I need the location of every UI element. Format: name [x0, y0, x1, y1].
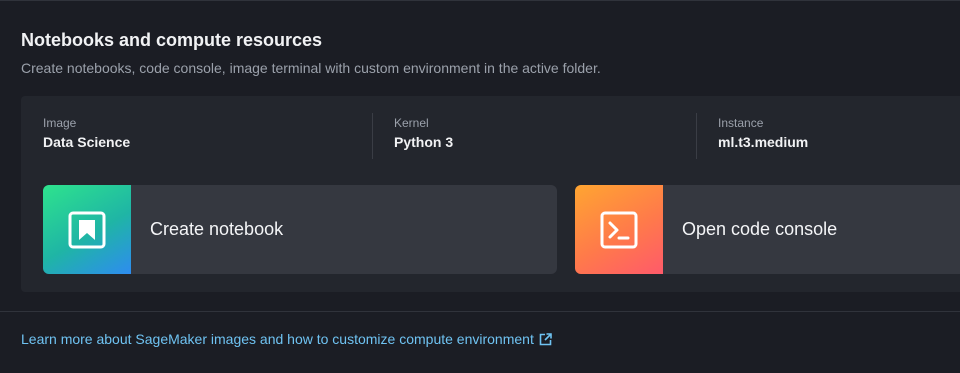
- kernel-value: Python 3: [394, 134, 454, 150]
- open-code-console-label: Open code console: [682, 219, 838, 239]
- instance-label: Instance: [718, 116, 764, 130]
- image-setting[interactable]: Image Data Science: [43, 115, 130, 157]
- image-value: Data Science: [43, 134, 131, 150]
- environment-panel: Image Data Science Kernel Python 3 Insta…: [21, 96, 960, 292]
- create-notebook-icon-tile: [43, 185, 131, 274]
- notebook-icon: [68, 211, 106, 248]
- open-code-console-icon-tile: [575, 185, 663, 274]
- footer-divider: [0, 311, 960, 312]
- section-subtitle: Create notebooks, code console, image te…: [21, 60, 601, 76]
- instance-value: ml.t3.medium: [718, 134, 809, 150]
- image-label: Image: [43, 116, 77, 130]
- section-title: Notebooks and compute resources: [21, 30, 323, 50]
- divider: [372, 113, 373, 159]
- external-link-icon: [539, 332, 552, 345]
- learn-more-link[interactable]: Learn more about SageMaker images and ho…: [21, 331, 552, 347]
- terminal-icon: [600, 211, 638, 248]
- create-notebook-label: Create notebook: [150, 219, 284, 239]
- learn-more-link-text: Learn more about SageMaker images and ho…: [21, 331, 534, 347]
- divider: [696, 113, 697, 159]
- notebooks-compute-section: Notebooks and compute resources Create n…: [0, 0, 960, 373]
- kernel-label: Kernel: [394, 116, 429, 130]
- kernel-setting[interactable]: Kernel Python 3: [394, 115, 453, 157]
- instance-setting[interactable]: Instance ml.t3.medium: [718, 115, 808, 157]
- open-code-console-button[interactable]: Open code console: [575, 185, 960, 274]
- create-notebook-button[interactable]: Create notebook: [43, 185, 557, 274]
